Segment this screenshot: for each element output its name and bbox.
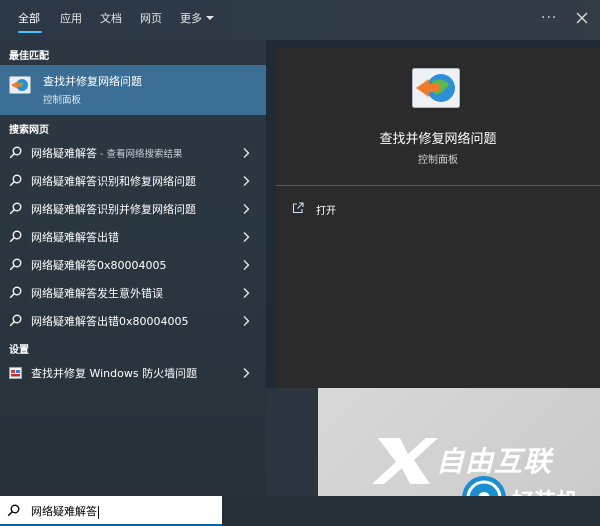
ellipsis-icon[interactable]: ··· — [541, 10, 557, 26]
best-match-subtitle: 控制面板 — [43, 95, 82, 106]
search-icon — [9, 286, 22, 299]
search-scope-bar: 全部 应用 文档 网页 更多 ··· — [0, 0, 600, 40]
chevron-right-icon[interactable] — [241, 147, 251, 159]
web-search-heading: 搜索网页 — [9, 125, 49, 136]
web-result-item[interactable]: 网络疑难解答出错 — [0, 224, 266, 250]
web-result-item[interactable]: 网络疑难解答识别并修复网络问题 — [0, 196, 266, 222]
best-match-item[interactable]: 查找并修复网络问题 控制面板 — [0, 65, 266, 115]
firewall-icon — [9, 367, 22, 379]
preview-subtitle: 控制面板 — [418, 155, 458, 166]
best-match-heading: 最佳匹配 — [9, 51, 49, 62]
web-result-label: 网络疑难解答出错0x80004005 — [31, 315, 189, 328]
chevron-down-icon — [206, 16, 214, 20]
chevron-right-icon[interactable] — [241, 367, 251, 379]
search-icon — [9, 174, 22, 187]
search-icon — [7, 504, 20, 517]
tab-documents[interactable]: 文档 — [100, 12, 122, 28]
web-result-label: 网络疑难解答识别和修复网络问题 — [31, 175, 196, 188]
network-troubleshooter-icon — [412, 68, 460, 108]
settings-result-item[interactable]: 查找并修复 Windows 防火墙问题 — [0, 360, 266, 386]
web-result-label: 网络疑难解答识别并修复网络问题 — [31, 203, 196, 216]
open-external-icon — [292, 202, 304, 214]
preview-title: 查找并修复网络问题 — [379, 132, 497, 147]
web-result-label: 网络疑难解答发生意外错误 — [31, 287, 163, 300]
tab-all[interactable]: 全部 — [18, 12, 40, 28]
search-query-text: 网络疑难解答 — [31, 505, 97, 518]
web-result-hint: - 查看网络搜索结果 — [97, 149, 183, 160]
brand-logo-icon — [372, 438, 438, 484]
search-icon — [9, 230, 22, 243]
search-icon — [9, 146, 22, 159]
web-result-item[interactable]: 网络疑难解答识别和修复网络问题 — [0, 168, 266, 194]
web-result-label: 网络疑难解答0x80004005 — [31, 259, 167, 272]
close-icon[interactable] — [575, 11, 589, 25]
web-result-item[interactable]: 网络疑难解答0x80004005 — [0, 252, 266, 278]
search-icon — [9, 258, 22, 271]
divider — [276, 185, 600, 186]
chevron-right-icon[interactable] — [241, 259, 251, 271]
search-icon — [9, 314, 22, 327]
open-label: 打开 — [316, 206, 336, 217]
web-result-label: 网络疑难解答 - 查看网络搜索结果 — [31, 145, 182, 161]
tab-more-label: 更多 — [180, 12, 202, 25]
web-result-item[interactable]: 网络疑难解答 - 查看网络搜索结果 — [0, 140, 266, 166]
best-match-title: 查找并修复网络问题 — [43, 75, 142, 88]
network-troubleshooter-icon — [9, 76, 31, 94]
chevron-right-icon[interactable] — [241, 203, 251, 215]
tab-apps[interactable]: 应用 — [60, 12, 82, 28]
chevron-right-icon[interactable] — [241, 315, 251, 327]
chevron-right-icon[interactable] — [241, 231, 251, 243]
results-panel: 最佳匹配 查找并修复网络问题 控制面板 搜索网页 网络疑难解答 - 查看网络搜索… — [0, 40, 266, 496]
chevron-right-icon[interactable] — [241, 287, 251, 299]
search-input-value: 网络疑难解答 — [31, 503, 99, 519]
chevron-right-icon[interactable] — [241, 175, 251, 187]
tab-more[interactable]: 更多 — [180, 12, 214, 28]
text-cursor — [98, 505, 99, 519]
active-tab-indicator — [18, 31, 42, 33]
web-result-item[interactable]: 网络疑难解答出错0x80004005 — [0, 308, 266, 334]
web-result-text: 网络疑难解答 — [31, 147, 97, 160]
tab-web[interactable]: 网页 — [140, 12, 162, 28]
preview-panel: 查找并修复网络问题 控制面板 打开 — [276, 48, 600, 388]
web-result-item[interactable]: 网络疑难解答发生意外错误 — [0, 280, 266, 306]
search-icon — [9, 202, 22, 215]
settings-heading: 设置 — [9, 345, 29, 356]
settings-result-label: 查找并修复 Windows 防火墙问题 — [31, 367, 198, 380]
web-result-label: 网络疑难解答出错 — [31, 231, 119, 244]
search-input[interactable]: 网络疑难解答 — [0, 496, 222, 526]
